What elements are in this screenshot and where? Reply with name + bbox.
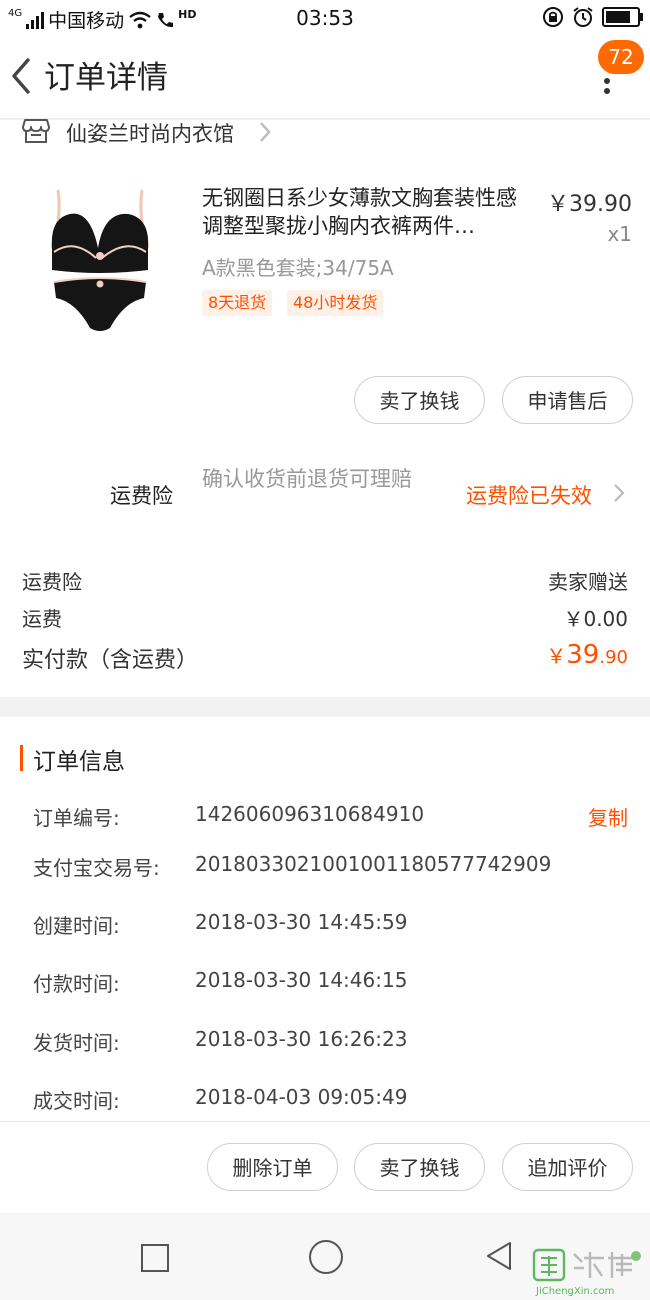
paid-time-value: 2018-03-30 14:46:15 bbox=[195, 968, 408, 992]
fee-row-value: ￥0.00 bbox=[563, 607, 628, 631]
alarm-icon bbox=[573, 7, 593, 27]
total-integer: 39 bbox=[566, 640, 600, 670]
section-accent-bar bbox=[20, 745, 23, 771]
paid-time-label: 付款时间: bbox=[33, 972, 120, 996]
alipay-trade-number-value: 2018033021001001180577742909 bbox=[195, 852, 552, 876]
insurance-label: 运费险 bbox=[110, 484, 173, 508]
rotation-lock-icon bbox=[543, 7, 563, 27]
total-paid-label: 实付款（含运费） bbox=[22, 648, 199, 673]
sell-for-cash-button[interactable]: 卖了换钱 bbox=[354, 1143, 485, 1191]
section-gap bbox=[0, 697, 650, 717]
return-policy-tag: 8天退货 bbox=[202, 290, 273, 316]
order-number-value: 142606096310684910 bbox=[195, 802, 425, 826]
status-bar: 4G 中国移动 HD 03:53 bbox=[0, 0, 650, 36]
home-icon[interactable] bbox=[309, 1240, 343, 1274]
order-info-title: 订单信息 bbox=[33, 749, 125, 775]
sell-for-cash-button[interactable]: 卖了换钱 bbox=[354, 376, 485, 424]
created-time-value: 2018-03-30 14:45:59 bbox=[195, 910, 408, 934]
product-image[interactable] bbox=[40, 178, 160, 348]
site-watermark-logo: JiChengXin.com bbox=[532, 1248, 641, 1297]
message-count-badge[interactable]: 72 bbox=[598, 40, 644, 74]
insurance-status[interactable]: 运费险已失效 bbox=[466, 480, 592, 510]
chevron-right-icon[interactable] bbox=[612, 482, 626, 504]
product-quantity: x1 bbox=[607, 222, 632, 246]
total-paid-amount: ￥39.90 bbox=[546, 640, 628, 670]
total-decimal: .90 bbox=[599, 647, 628, 668]
shop-name[interactable]: 仙姿兰时尚内衣馆 bbox=[66, 118, 234, 148]
completed-time-value: 2018-04-03 09:05:49 bbox=[195, 1085, 408, 1109]
fee-row-label: 运费险 bbox=[22, 570, 82, 594]
after-sale-button[interactable]: 申请售后 bbox=[502, 376, 633, 424]
insurance-description: 确认收货前退货可理赔 bbox=[202, 467, 412, 491]
add-review-button[interactable]: 追加评价 bbox=[502, 1143, 633, 1191]
copy-order-number-button[interactable]: 复制 bbox=[588, 802, 628, 831]
delete-order-button[interactable]: 删除订单 bbox=[207, 1143, 338, 1191]
order-number-label: 订单编号: bbox=[33, 806, 120, 830]
shipping-time-tag: 48小时发货 bbox=[287, 290, 384, 316]
bottom-bar-divider bbox=[0, 1121, 650, 1122]
app-header: 订单详情 72 bbox=[0, 36, 650, 118]
watermark-text: JiChengXin.com bbox=[535, 1286, 614, 1297]
product-title[interactable]: 无钢圈日系少女薄款文胸套装性感调整型聚拢小胸内衣裤两件… bbox=[202, 184, 537, 240]
shop-icon bbox=[22, 119, 50, 143]
alipay-trade-number-label: 支付宝交易号: bbox=[33, 856, 160, 880]
recent-apps-icon[interactable] bbox=[141, 1244, 169, 1272]
chevron-right-icon[interactable] bbox=[256, 120, 274, 144]
product-price: ￥39.90 bbox=[547, 192, 632, 217]
product-sku: A款黑色套装;34/75A bbox=[202, 256, 394, 280]
page-title: 订单详情 bbox=[44, 60, 168, 96]
battery-icon bbox=[602, 7, 643, 27]
completed-time-label: 成交时间: bbox=[33, 1089, 120, 1113]
back-arrow-icon[interactable] bbox=[8, 56, 36, 96]
shipped-time-label: 发货时间: bbox=[33, 1031, 120, 1055]
fee-row-value: 卖家赠送 bbox=[548, 570, 628, 594]
back-icon[interactable] bbox=[484, 1240, 514, 1272]
created-time-label: 创建时间: bbox=[33, 914, 120, 938]
total-currency: ￥ bbox=[546, 644, 567, 668]
more-menu-icon[interactable] bbox=[602, 74, 612, 114]
shipped-time-value: 2018-03-30 16:26:23 bbox=[195, 1027, 408, 1051]
fee-row-label: 运费 bbox=[22, 607, 62, 631]
